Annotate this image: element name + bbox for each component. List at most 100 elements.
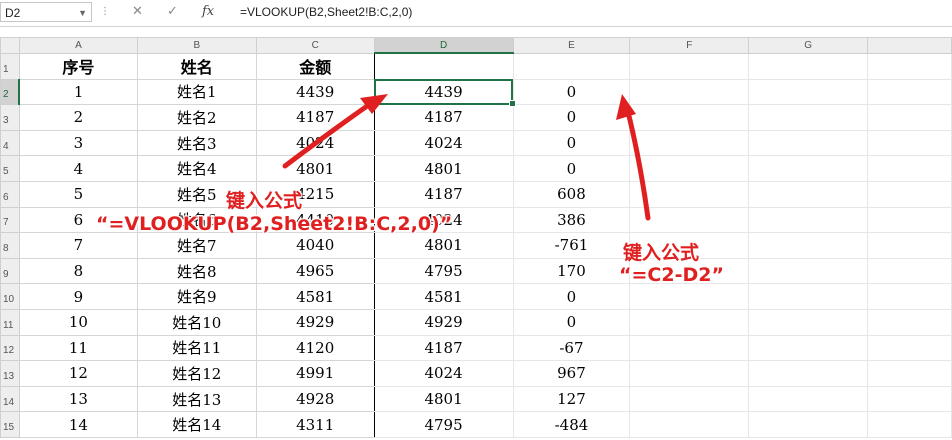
cell-h[interactable] xyxy=(867,283,952,310)
cell-f[interactable] xyxy=(629,206,750,234)
cell-e[interactable]: 386 xyxy=(512,206,631,234)
cell-d[interactable]: 4187 xyxy=(373,104,514,131)
cell-e[interactable]: 0 xyxy=(512,308,631,336)
cell-f[interactable] xyxy=(629,283,750,310)
cell-g[interactable] xyxy=(748,334,869,362)
cell-e[interactable]: -67 xyxy=(512,334,631,362)
cancel-icon[interactable]: ✕ xyxy=(132,4,143,19)
cell-d[interactable]: 4187 xyxy=(373,334,514,362)
row-header[interactable]: 5 xyxy=(0,155,20,182)
cell-e[interactable]: 127 xyxy=(512,385,631,413)
cell-f[interactable] xyxy=(629,180,750,208)
cell-a[interactable]: 12 xyxy=(18,360,138,387)
cell-e[interactable]: -484 xyxy=(512,411,631,438)
column-header-h[interactable] xyxy=(867,37,952,54)
cell-f[interactable] xyxy=(629,78,750,106)
cell-g[interactable] xyxy=(748,180,869,208)
cell-d[interactable]: 4929 xyxy=(373,308,514,336)
cell-d2-active[interactable]: 4439 xyxy=(373,78,514,106)
cell-h[interactable] xyxy=(867,257,952,285)
cell-b1[interactable]: 姓名 xyxy=(136,52,257,80)
cell-f1[interactable] xyxy=(629,52,750,80)
cell-a[interactable]: 8 xyxy=(18,257,138,285)
cell-d[interactable]: 4801 xyxy=(373,232,514,259)
cell-d[interactable]: 4187 xyxy=(373,180,514,208)
cell-h[interactable] xyxy=(867,104,952,131)
cell-c[interactable]: 4991 xyxy=(255,360,375,387)
row-header[interactable]: 6 xyxy=(0,180,20,208)
cell-d1[interactable] xyxy=(373,52,514,80)
cell-b[interactable]: 姓名12 xyxy=(136,360,257,387)
row-header[interactable]: 15 xyxy=(0,411,20,438)
column-header-g[interactable]: G xyxy=(748,37,869,54)
name-box-dropdown-icon[interactable]: ▼ xyxy=(78,3,87,23)
cell-c[interactable]: 4024 xyxy=(255,129,375,157)
cell-d[interactable]: 4024 xyxy=(373,360,514,387)
cell-h[interactable] xyxy=(867,360,952,387)
cell-g[interactable] xyxy=(748,283,869,310)
enter-icon[interactable]: ✓ xyxy=(167,4,178,19)
cell-h[interactable] xyxy=(867,385,952,413)
cell-b[interactable]: 姓名8 xyxy=(136,257,257,285)
cell-h[interactable] xyxy=(867,206,952,234)
cell-e[interactable]: 0 xyxy=(512,104,631,131)
cell-g[interactable] xyxy=(748,129,869,157)
column-header-b[interactable]: B xyxy=(136,37,257,54)
cell-g[interactable] xyxy=(748,308,869,336)
cell-h1[interactable] xyxy=(867,52,952,80)
cell-c1[interactable]: 金额 xyxy=(255,52,375,80)
column-header-e[interactable]: E xyxy=(512,37,631,54)
cell-f[interactable] xyxy=(629,155,750,182)
cell-g[interactable] xyxy=(748,232,869,259)
cell-e[interactable]: 967 xyxy=(512,360,631,387)
row-header[interactable]: 9 xyxy=(0,257,20,285)
row-header[interactable]: 11 xyxy=(0,308,20,336)
row-header[interactable]: 14 xyxy=(0,385,20,413)
cell-d[interactable]: 4801 xyxy=(373,385,514,413)
row-header[interactable]: 13 xyxy=(0,360,20,387)
cell-d[interactable]: 4581 xyxy=(373,283,514,310)
cell-c[interactable]: 4040 xyxy=(255,232,375,259)
cell-e[interactable]: 0 xyxy=(512,283,631,310)
cell-d[interactable]: 4024 xyxy=(373,129,514,157)
cell-e[interactable]: 608 xyxy=(512,180,631,208)
cell-d[interactable]: 4801 xyxy=(373,155,514,182)
cell-b[interactable]: 姓名7 xyxy=(136,232,257,259)
cell-g[interactable] xyxy=(748,360,869,387)
cell-e[interactable]: 170 xyxy=(512,257,631,285)
cell-f[interactable] xyxy=(629,334,750,362)
column-header-f[interactable]: F xyxy=(629,37,750,54)
cell-b[interactable]: 姓名4 xyxy=(136,155,257,182)
cell-g[interactable] xyxy=(748,78,869,106)
cell-g[interactable] xyxy=(748,385,869,413)
row-header[interactable]: 10 xyxy=(0,283,20,310)
cell-b[interactable]: 姓名11 xyxy=(136,334,257,362)
cell-a[interactable]: 3 xyxy=(18,129,138,157)
cell-g[interactable] xyxy=(748,257,869,285)
cell-h[interactable] xyxy=(867,232,952,259)
cell-h[interactable] xyxy=(867,334,952,362)
column-header-d[interactable]: D xyxy=(373,37,514,54)
cell-b[interactable]: 姓名2 xyxy=(136,104,257,131)
cell-c[interactable]: 4439 xyxy=(255,78,375,106)
cell-f[interactable] xyxy=(629,129,750,157)
cell-c[interactable]: 4120 xyxy=(255,334,375,362)
cell-g1[interactable] xyxy=(748,52,869,80)
row-header[interactable]: 1 xyxy=(0,52,20,80)
cell-b[interactable]: 姓名1 xyxy=(136,78,257,106)
row-header[interactable]: 8 xyxy=(0,232,20,259)
cell-c[interactable]: 4801 xyxy=(255,155,375,182)
cell-g[interactable] xyxy=(748,206,869,234)
cell-h[interactable] xyxy=(867,78,952,106)
cell-h[interactable] xyxy=(867,129,952,157)
insert-function-icon[interactable]: fx xyxy=(202,4,214,19)
cell-f[interactable] xyxy=(629,104,750,131)
cell-c[interactable]: 4187 xyxy=(255,104,375,131)
cell-a[interactable]: 1 xyxy=(18,78,138,106)
cell-a[interactable]: 10 xyxy=(18,308,138,336)
cell-a[interactable]: 14 xyxy=(18,411,138,438)
cell-d[interactable]: 4795 xyxy=(373,257,514,285)
cell-f[interactable] xyxy=(629,308,750,336)
row-header[interactable]: 7 xyxy=(0,206,20,234)
cell-e[interactable]: 0 xyxy=(512,155,631,182)
